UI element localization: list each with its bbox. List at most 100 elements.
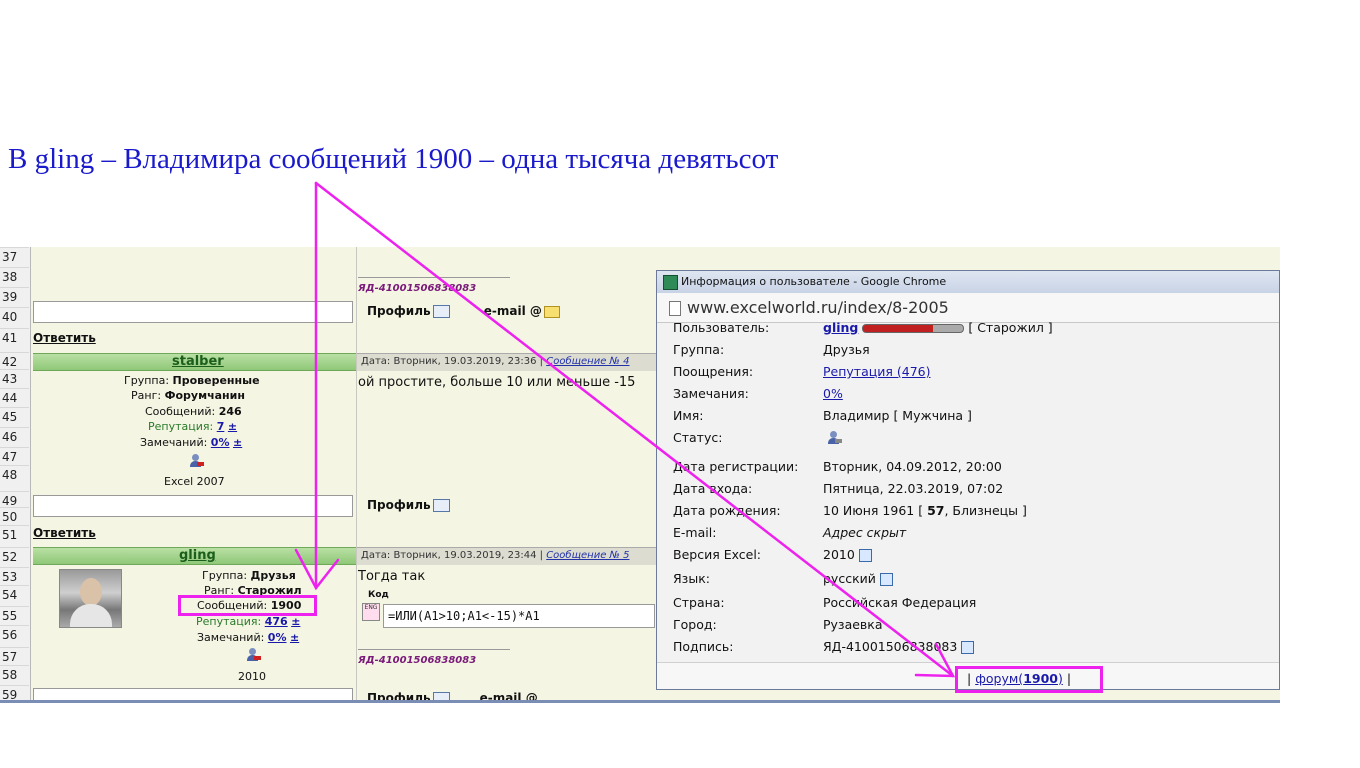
posts-value: 246 <box>218 405 242 418</box>
info-label: Дата рождения: <box>673 503 781 518</box>
user-status-icon[interactable] <box>189 454 204 468</box>
row-number[interactable]: 41 <box>0 328 29 347</box>
window-bottom-edge <box>0 700 1280 703</box>
user-warnings: Замечаний: 0% ± <box>197 631 299 644</box>
info-value: 2010 <box>823 547 872 562</box>
info-value: Пятница, 22.03.2019, 07:02 <box>823 481 1004 496</box>
info-value: Владимир [ Мужчина ] <box>823 408 972 423</box>
post-footer-left-cell <box>33 301 353 323</box>
edit-icon[interactable] <box>879 573 893 586</box>
info-label: Дата входа: <box>673 481 753 496</box>
code-label: Код <box>368 590 389 600</box>
warnings-link[interactable]: 0% <box>211 436 230 449</box>
forum-count-highlight <box>955 666 1103 693</box>
info-value: Адрес скрыт <box>823 525 907 540</box>
warnings-link[interactable]: 0% <box>823 386 843 401</box>
row-number[interactable]: 39 <box>0 287 29 306</box>
reputation-link[interactable]: Репутация (476) <box>823 364 930 379</box>
info-value: 10 Июня 1961 [ 57, Близнецы ] <box>823 503 1027 518</box>
status-user-icon <box>827 431 842 445</box>
popup-url[interactable]: www.excelworld.ru/index/8-2005 <box>687 298 949 317</box>
row-number[interactable]: 58 <box>0 665 29 684</box>
warnings-link[interactable]: 0% <box>268 631 287 644</box>
reputation-link[interactable]: 476 <box>265 615 288 628</box>
message-number-link[interactable]: Сообщение № 5 <box>546 550 629 561</box>
reputation-link[interactable]: 7 <box>217 420 225 433</box>
username-link[interactable]: gling <box>823 320 858 335</box>
popup-address-bar[interactable]: www.excelworld.ru/index/8-2005 <box>657 293 1279 323</box>
row-number[interactable]: 56 <box>0 625 29 644</box>
row-number[interactable]: 53 <box>0 567 29 586</box>
edit-icon[interactable] <box>858 549 872 562</box>
row-number[interactable]: 51 <box>0 525 29 544</box>
row-number[interactable]: 43 <box>0 369 29 388</box>
user-status-icon[interactable] <box>246 648 261 662</box>
info-value: русский <box>823 571 893 586</box>
message-number-link[interactable]: Сообщение № 4 <box>546 356 629 367</box>
grid-line <box>356 247 357 703</box>
popup-titlebar[interactable]: Информация о пользователе - Google Chrom… <box>657 271 1279 293</box>
profile-link[interactable]: Профиль <box>367 498 431 512</box>
user-warnings: Замечаний: 0% ± <box>140 436 242 449</box>
reputation-vote-link[interactable]: ± <box>228 420 237 433</box>
warnings-vote-link[interactable]: ± <box>290 631 299 644</box>
info-label: Замечания: <box>673 386 749 401</box>
info-label: E-mail: <box>673 525 717 540</box>
email-link[interactable]: e-mail <box>484 304 526 318</box>
row-number[interactable]: 50 <box>0 507 29 526</box>
profile-link[interactable]: Профиль <box>367 304 431 318</box>
info-label: Страна: <box>673 595 725 610</box>
info-value: Вторник, 04.09.2012, 20:00 <box>823 459 1002 474</box>
profile-card-icon[interactable] <box>432 305 450 318</box>
reputation-vote-link[interactable]: ± <box>291 615 300 628</box>
post-date-tail: 6 <box>530 356 537 367</box>
info-value: ЯД-41001506838083 <box>823 639 975 654</box>
reply-link[interactable]: Ответить <box>33 331 96 345</box>
username-link[interactable]: gling <box>179 548 216 563</box>
envelope-icon[interactable] <box>543 305 560 318</box>
email-at: @ <box>529 304 542 318</box>
post-footer-left-cell <box>33 495 353 517</box>
reply-link[interactable]: Ответить <box>33 526 96 540</box>
user-reputation: Репутация: 7 ± <box>148 420 237 433</box>
info-value: Рузаевка <box>823 617 883 632</box>
popup-title: Информация о пользователе - Google Chrom… <box>681 275 947 288</box>
code-block[interactable]: =ИЛИ(A1>10;A1<-15)*A1 <box>383 604 655 628</box>
edit-icon[interactable] <box>961 641 975 654</box>
post-date-bar: Дата: Вторник, 19.03.2019, 23:36 | Сообщ… <box>357 353 656 371</box>
user-group: Группа: Проверенные <box>124 374 260 387</box>
user-avatar[interactable] <box>59 569 122 628</box>
row-number[interactable]: 46 <box>0 427 29 446</box>
user-info-popup-window[interactable]: Информация о пользователе - Google Chrom… <box>656 270 1280 690</box>
info-username: gling [ Старожил ] <box>823 320 1053 335</box>
row-number[interactable]: 52 <box>0 547 29 566</box>
user-group: Группа: Друзья <box>202 569 296 582</box>
info-label: Дата регистрации: <box>673 459 799 474</box>
info-label: Статус: <box>673 430 723 445</box>
signature-text: ЯД-41001506838083 <box>358 283 477 294</box>
row-number[interactable]: 48 <box>0 465 29 484</box>
row-number[interactable]: 45 <box>0 407 29 426</box>
profile-row: Профиль e-mail @ <box>367 304 560 318</box>
row-number[interactable]: 57 <box>0 647 29 666</box>
row-number[interactable]: 47 <box>0 447 29 466</box>
info-label: Поощрения: <box>673 364 754 379</box>
rank-value: Форумчанин <box>164 389 245 402</box>
row-number[interactable]: 37 <box>0 247 29 266</box>
user-excel-version: 2010 <box>238 670 266 683</box>
reputation-label: Репутация: <box>148 420 214 433</box>
warnings-vote-link[interactable]: ± <box>233 436 242 449</box>
row-number[interactable]: 55 <box>0 606 29 625</box>
row-number[interactable]: 40 <box>0 307 29 326</box>
row-number[interactable]: 38 <box>0 267 29 286</box>
row-number-column: 37 38 39 40 41 42 43 44 45 46 47 48 49 5… <box>0 247 31 703</box>
row-number[interactable]: 54 <box>0 585 29 604</box>
keyboard-layout-icon[interactable]: ENG <box>362 603 380 621</box>
info-label: Группа: <box>673 342 725 357</box>
profile-card-icon[interactable] <box>432 499 450 512</box>
info-value: Репутация (476) <box>823 364 930 379</box>
username-link[interactable]: stalber <box>172 354 224 369</box>
row-number[interactable]: 44 <box>0 388 29 407</box>
posts-label: Сообщений: <box>145 405 216 418</box>
signature-divider <box>358 649 510 650</box>
